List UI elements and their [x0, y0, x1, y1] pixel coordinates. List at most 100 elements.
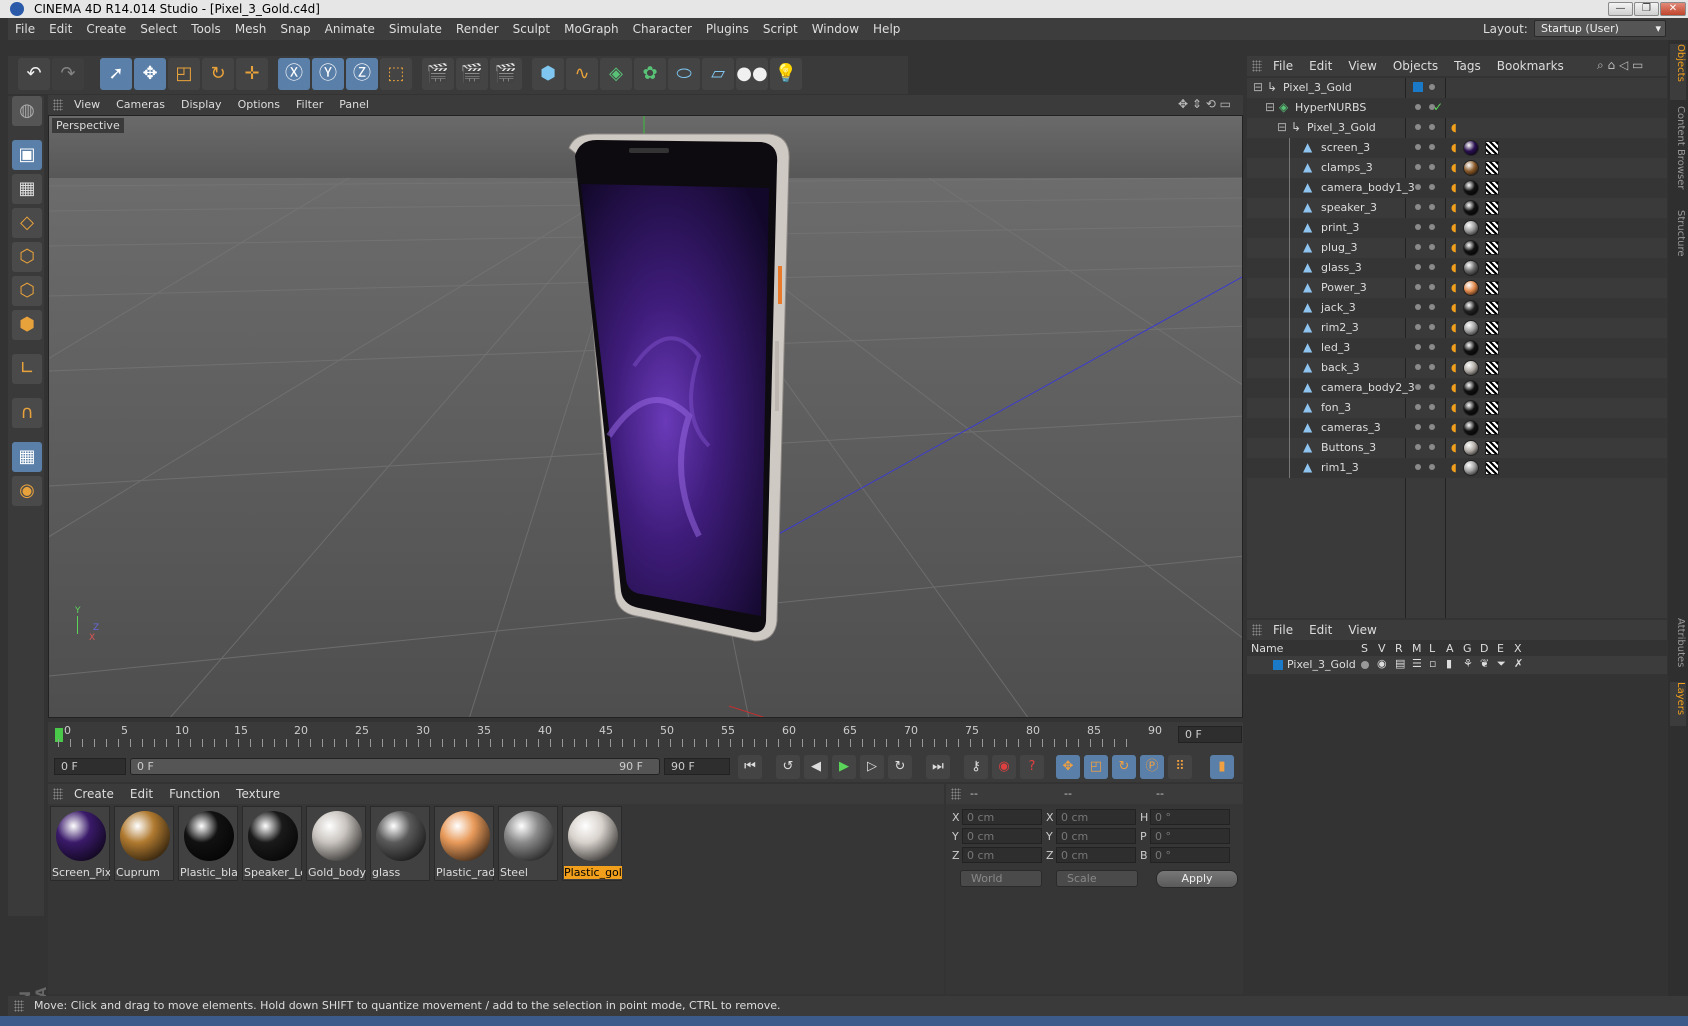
- object-row[interactable]: ▲ rim2_3 ◖: [1247, 318, 1667, 338]
- add-nurbs-button[interactable]: ◈: [600, 58, 632, 90]
- expression-icon[interactable]: ⏷: [1497, 657, 1506, 671]
- uvw-tag-icon[interactable]: [1485, 161, 1499, 175]
- layer-col-locked[interactable]: L: [1429, 642, 1435, 655]
- object-menu-tags[interactable]: Tags: [1446, 56, 1489, 73]
- visibility-dot[interactable]: [1415, 404, 1421, 410]
- solo-button[interactable]: ◉: [12, 476, 42, 506]
- material-tag-icon[interactable]: [1463, 400, 1479, 416]
- material-swatch-selected[interactable]: Plastic_gol: [562, 806, 622, 881]
- object-menu-edit[interactable]: Edit: [1301, 56, 1340, 73]
- menu-sculpt[interactable]: Sculpt: [506, 18, 557, 36]
- collapse-icon[interactable]: ⊟: [1253, 80, 1263, 94]
- render-dot[interactable]: [1429, 444, 1435, 450]
- render-view-button[interactable]: 🎬: [422, 58, 454, 90]
- render-dot[interactable]: [1429, 224, 1435, 230]
- redo-button[interactable]: ↷: [52, 58, 84, 90]
- uvw-tag-icon[interactable]: [1485, 301, 1499, 315]
- material-swatch[interactable]: Steel: [498, 806, 558, 881]
- object-menu-objects[interactable]: Objects: [1385, 56, 1446, 73]
- uvw-tag-icon[interactable]: [1485, 221, 1499, 235]
- uvw-tag-icon[interactable]: [1485, 461, 1499, 475]
- render-settings-button[interactable]: 🎬: [490, 58, 522, 90]
- phong-tag-icon[interactable]: ◖: [1451, 161, 1457, 174]
- collapse-icon[interactable]: ⊟: [1277, 120, 1287, 134]
- viewport-nav-icons[interactable]: ✥ ⇕ ⟲ ▭: [1178, 97, 1231, 111]
- render-dot[interactable]: [1429, 424, 1435, 430]
- manager-icon[interactable]: ☰: [1412, 657, 1422, 670]
- viewport-3d[interactable]: Perspective Y X Z: [48, 115, 1243, 718]
- next-frame-button[interactable]: ▷: [860, 755, 884, 779]
- goto-start-button[interactable]: ⏮: [738, 755, 762, 779]
- recent-tool-button[interactable]: ✛: [236, 58, 268, 90]
- coordinate-system-button[interactable]: ⬚: [380, 58, 412, 90]
- material-tag-icon[interactable]: [1463, 420, 1479, 436]
- range-slider[interactable]: 0 F 90 F: [130, 758, 660, 775]
- object-menu-bookmarks[interactable]: Bookmarks: [1489, 56, 1572, 73]
- tab-layers[interactable]: Layers: [1670, 682, 1686, 726]
- size-y-field[interactable]: 0 cm: [1056, 828, 1136, 844]
- layer-color-swatch[interactable]: [1413, 82, 1423, 92]
- material-swatch[interactable]: Plastic_blac: [178, 806, 238, 881]
- add-array-button[interactable]: ✿: [634, 58, 666, 90]
- menu-select[interactable]: Select: [133, 18, 184, 36]
- layer-menu-file[interactable]: File: [1265, 620, 1301, 637]
- visibility-dot[interactable]: [1415, 124, 1421, 130]
- panel-grip-icon[interactable]: [53, 788, 63, 800]
- object-row[interactable]: ▲ led_3 ◖: [1247, 338, 1667, 358]
- add-light-button[interactable]: 💡: [770, 58, 802, 90]
- collapse-icon[interactable]: ⊟: [1265, 100, 1275, 114]
- menu-mograph[interactable]: MoGraph: [557, 18, 626, 36]
- goto-end-button[interactable]: ⏭: [926, 755, 950, 779]
- layer-col-deformers[interactable]: D: [1480, 642, 1488, 655]
- phong-tag-icon[interactable]: ◖: [1451, 361, 1457, 374]
- scale-tool-button[interactable]: ◰: [168, 58, 200, 90]
- material-tag-icon[interactable]: [1463, 280, 1479, 296]
- phong-tag-icon[interactable]: ◖: [1451, 401, 1457, 414]
- object-row[interactable]: ▲ jack_3 ◖: [1247, 298, 1667, 318]
- viewport-menu-options[interactable]: Options: [230, 95, 288, 111]
- record-active-button[interactable]: ⚷: [964, 755, 988, 779]
- render-dot[interactable]: [1429, 204, 1435, 210]
- rot-h-field[interactable]: 0 °: [1150, 809, 1230, 825]
- material-swatch[interactable]: Speaker_Le: [242, 806, 302, 881]
- play-button[interactable]: ▶: [832, 755, 856, 779]
- viewport-menu-cameras[interactable]: Cameras: [108, 95, 173, 111]
- phong-tag-icon[interactable]: ◖: [1451, 261, 1457, 274]
- phong-tag-icon[interactable]: ◖: [1451, 141, 1457, 154]
- panel-grip-icon[interactable]: [1252, 60, 1262, 72]
- y-axis-lock-button[interactable]: Ⓨ: [312, 58, 344, 90]
- object-row[interactable]: ▲ speaker_3 ◖: [1247, 198, 1667, 218]
- workplane-mode-button[interactable]: ◇: [12, 208, 42, 238]
- material-tag-icon[interactable]: [1463, 320, 1479, 336]
- visibility-dot[interactable]: [1415, 444, 1421, 450]
- object-row[interactable]: ▲ plug_3 ◖: [1247, 238, 1667, 258]
- restore-button[interactable]: ❐: [1634, 2, 1659, 16]
- layer-row[interactable]: Pixel_3_Gold ◉ ▤ ☰ ▫ ▮ ⚘ ❦ ⏷ ✗: [1247, 656, 1667, 674]
- key-pla-button[interactable]: ⠿: [1168, 755, 1192, 779]
- menu-animate[interactable]: Animate: [318, 18, 382, 36]
- menu-create[interactable]: Create: [79, 18, 133, 36]
- add-camera-button[interactable]: ●●: [736, 58, 768, 90]
- render-icon[interactable]: ▤: [1395, 657, 1405, 670]
- render-dot[interactable]: [1429, 404, 1435, 410]
- render-dot[interactable]: [1429, 364, 1435, 370]
- size-mode-dropdown[interactable]: Scale: [1056, 870, 1138, 887]
- object-row-hypernurbs[interactable]: ⊟ ◈ HyperNURBS ✓: [1247, 98, 1667, 118]
- pos-x-field[interactable]: 0 cm: [962, 809, 1042, 825]
- uvw-tag-icon[interactable]: [1485, 401, 1499, 415]
- object-menu-view[interactable]: View: [1340, 56, 1384, 73]
- object-row[interactable]: ▲ screen_3 ◖: [1247, 138, 1667, 158]
- film-icon[interactable]: ▮: [1446, 657, 1452, 670]
- object-row[interactable]: ▲ clamps_3 ◖: [1247, 158, 1667, 178]
- visibility-dot[interactable]: [1415, 284, 1421, 290]
- key-rotation-button[interactable]: ↻: [1112, 755, 1136, 779]
- uvw-tag-icon[interactable]: [1485, 361, 1499, 375]
- visibility-dot[interactable]: [1415, 464, 1421, 470]
- material-tag-icon[interactable]: [1463, 240, 1479, 256]
- viewport-menu-view[interactable]: View: [66, 95, 108, 111]
- render-dot[interactable]: [1429, 184, 1435, 190]
- make-editable-button[interactable]: ◍: [12, 96, 42, 126]
- menu-window[interactable]: Window: [805, 18, 866, 36]
- material-tag-icon[interactable]: [1463, 180, 1479, 196]
- menu-character[interactable]: Character: [626, 18, 699, 36]
